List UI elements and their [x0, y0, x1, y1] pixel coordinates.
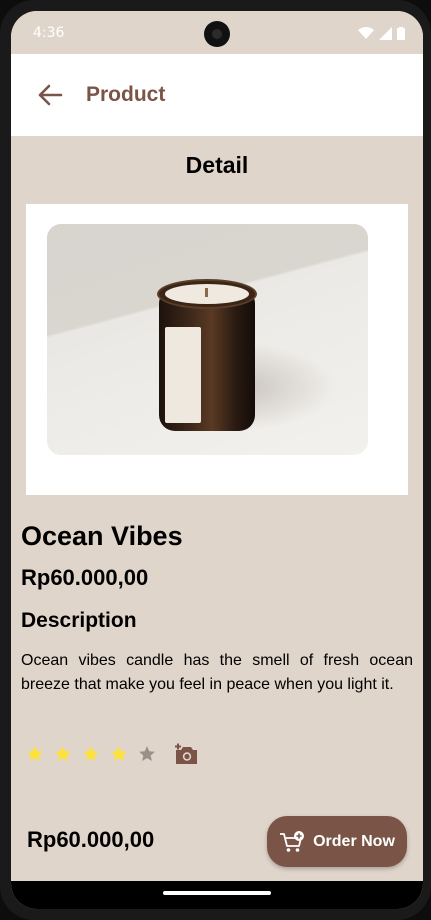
star-filled-icon[interactable] [49, 742, 77, 766]
candle-jar [157, 279, 257, 431]
description-text: Ocean vibes candle has the smell of fres… [21, 652, 413, 693]
rating-stars[interactable] [21, 742, 161, 766]
product-image [47, 224, 368, 455]
system-nav-bar [11, 881, 423, 909]
add-photo-icon [175, 743, 197, 764]
app-bar: Product [11, 54, 423, 136]
star-filled-icon[interactable] [77, 742, 105, 766]
screen: 4:36 Product Detail Ocean Vibes Rp60.000… [11, 11, 423, 909]
status-time: 4:36 [33, 25, 65, 41]
status-bar: 4:36 [11, 11, 423, 54]
product-name: Ocean Vibes [21, 521, 183, 551]
product-image-frame [26, 204, 408, 495]
wifi-icon [358, 27, 374, 39]
front-camera [204, 21, 230, 47]
section-title: Detail [185, 152, 249, 178]
phone-frame: 4:36 Product Detail Ocean Vibes Rp60.000… [0, 0, 431, 920]
add-to-cart-icon [280, 830, 305, 852]
add-photo-button[interactable] [173, 741, 199, 767]
bottom-price: Rp60.000,00 [27, 827, 155, 852]
order-now-label: Order Now [313, 832, 395, 850]
signal-icon [379, 26, 392, 40]
arrow-left-icon [38, 84, 63, 106]
back-button[interactable] [33, 78, 67, 112]
rating-row [21, 742, 199, 766]
description-title: Description [21, 609, 137, 632]
status-icons [358, 26, 405, 40]
product-price: Rp60.000,00 [21, 565, 149, 590]
star-filled-icon[interactable] [105, 742, 133, 766]
page-title: Product [86, 83, 166, 106]
star-filled-icon[interactable] [21, 742, 49, 766]
battery-icon [397, 26, 405, 40]
order-now-button[interactable]: Order Now [267, 816, 407, 867]
star-empty-icon[interactable] [133, 742, 161, 766]
home-indicator[interactable] [163, 891, 271, 895]
